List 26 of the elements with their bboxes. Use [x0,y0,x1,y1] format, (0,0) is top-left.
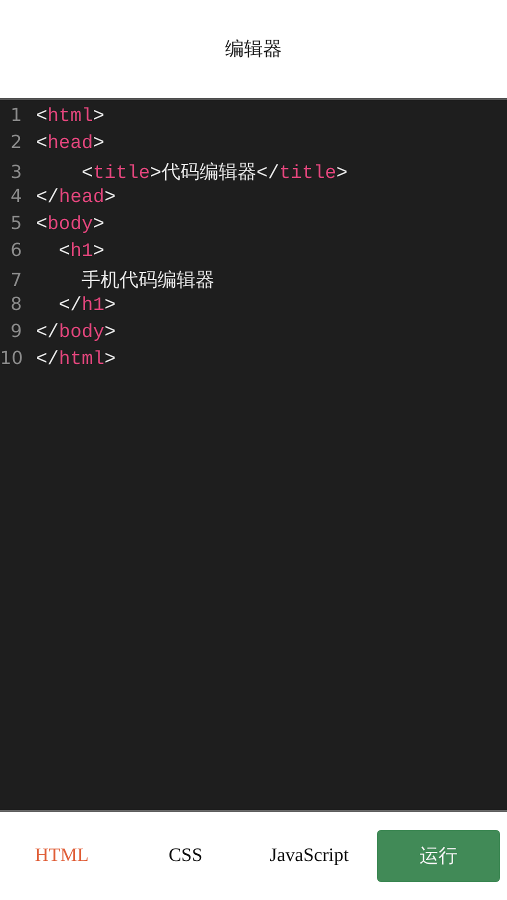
code-line: </h1> [58,294,116,316]
code-line: </body> [36,321,116,343]
code-line: <title>代码编辑器</title> [80,161,348,185]
line-number: 9 [10,321,23,342]
line-number: 10 [0,348,24,369]
code-line: </head> [36,186,116,208]
language-tab[interactable]: HTML [0,835,124,877]
code-line: <head> [36,132,104,154]
code-line: <h1> [58,240,104,262]
code-line: <html> [36,105,104,127]
line-number: 8 [10,294,23,315]
line-number: 7 [10,270,23,291]
line-number: 5 [10,213,23,234]
line-number: 3 [10,162,23,183]
code-line: 手机代码编辑器 [80,269,215,293]
language-tab[interactable]: CSS [124,835,248,877]
run-button[interactable]: 运行 [377,830,500,882]
page-title: 编辑器 [225,37,282,62]
code-line: </html> [36,348,116,370]
line-number: 1 [10,105,23,126]
code-line: <body> [36,213,104,235]
line-number: 4 [10,186,23,207]
code-editor[interactable]: 1 <html> 2 <head> 3 <title>代码编辑器</title> 4 </head> 5 <body> 6 <h1> 7 手机代码编辑器 8 </h1> 9 </body> 10 </html> [0,100,507,812]
line-number: 6 [10,240,23,261]
line-number: 2 [10,132,23,153]
language-tab[interactable]: JavaScript [247,835,372,877]
